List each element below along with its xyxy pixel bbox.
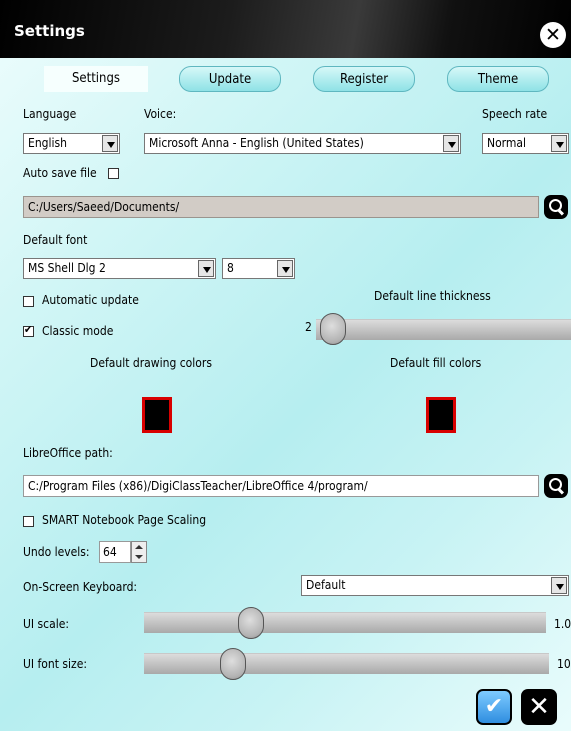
classic-mode-label: Classic mode: [42, 324, 114, 338]
automatic-update-label: Automatic update: [42, 293, 139, 307]
checkmark-icon: ✔: [484, 694, 504, 719]
chevron-down-icon[interactable]: [102, 135, 118, 152]
ui-font-size-label: UI font size:: [23, 657, 87, 671]
ui-scale-thumb[interactable]: [238, 607, 264, 639]
line-thickness-value: 2: [305, 320, 312, 334]
undo-levels-spinner[interactable]: [131, 541, 147, 563]
drawing-colors-label: Default drawing colors: [90, 356, 212, 370]
line-thickness-slider[interactable]: [316, 319, 571, 340]
title-bar: [0, 0, 571, 58]
cancel-button[interactable]: ✕: [521, 689, 557, 725]
chevron-down-icon[interactable]: [277, 260, 293, 277]
undo-levels-input[interactable]: 64: [99, 541, 131, 563]
ui-scale-value: 1.0: [554, 617, 571, 631]
line-thickness-thumb[interactable]: [320, 313, 346, 345]
chevron-down-icon[interactable]: [551, 135, 567, 152]
osk-value: Default: [306, 578, 346, 592]
libreoffice-path: C:/Program Files (x86)/DigiClassTeacher/…: [28, 479, 368, 493]
undo-levels-value: 64: [103, 545, 117, 559]
font-family-select[interactable]: MS Shell Dlg 2: [23, 258, 216, 279]
smart-scaling-checkbox[interactable]: [23, 516, 34, 527]
tab-theme[interactable]: Theme: [447, 66, 549, 92]
ui-scale-label: UI scale:: [23, 617, 69, 631]
close-icon[interactable]: ✕: [540, 22, 566, 48]
voice-label: Voice:: [144, 107, 177, 121]
settings-window: Settings ✕ Settings Update Register Them…: [0, 0, 571, 731]
speech-rate-value: Normal: [487, 136, 527, 150]
classic-mode-checkbox[interactable]: [23, 323, 34, 337]
font-family-value: MS Shell Dlg 2: [28, 261, 106, 275]
ui-scale-slider[interactable]: [144, 612, 546, 633]
search-icon[interactable]: [544, 195, 568, 219]
ui-font-size-thumb[interactable]: [219, 648, 246, 680]
voice-select[interactable]: Microsoft Anna - English (United States): [144, 133, 461, 154]
tab-settings[interactable]: Settings: [44, 66, 148, 92]
autosave-path: C:/Users/Saeed/Documents/: [28, 200, 180, 214]
fill-color-swatch[interactable]: [426, 397, 456, 433]
undo-levels-label: Undo levels:: [23, 545, 90, 559]
language-value: English: [28, 136, 67, 150]
language-label: Language: [23, 107, 77, 121]
drawing-color-swatch[interactable]: [142, 397, 172, 433]
libreoffice-path-field[interactable]: C:/Program Files (x86)/DigiClassTeacher/…: [23, 475, 539, 497]
window-title: Settings: [14, 22, 85, 40]
speech-rate-select[interactable]: Normal: [482, 133, 569, 154]
x-icon: ✕: [528, 692, 550, 722]
fill-colors-label: Default fill colors: [390, 356, 482, 370]
smart-scaling-label: SMART Notebook Page Scaling: [42, 513, 207, 527]
tab-register[interactable]: Register: [313, 66, 415, 92]
ok-button[interactable]: ✔: [476, 689, 512, 725]
voice-value: Microsoft Anna - English (United States): [149, 136, 364, 150]
font-size-select[interactable]: 8: [222, 258, 295, 279]
chevron-down-icon[interactable]: [443, 135, 459, 152]
osk-select[interactable]: Default: [301, 575, 569, 596]
search-icon[interactable]: [544, 474, 568, 498]
ui-font-size-value: 10: [557, 657, 571, 671]
automatic-update-checkbox[interactable]: [23, 296, 34, 307]
tab-update[interactable]: Update: [179, 66, 281, 92]
language-select[interactable]: English: [23, 133, 120, 154]
autosave-path-field[interactable]: C:/Users/Saeed/Documents/: [23, 196, 539, 218]
default-font-label: Default font: [23, 233, 88, 247]
ui-font-size-slider[interactable]: [144, 653, 549, 674]
autosave-label: Auto save file: [23, 166, 97, 180]
font-size-value: 8: [227, 261, 234, 275]
chevron-down-icon[interactable]: [198, 260, 214, 277]
speech-rate-label: Speech rate: [482, 107, 548, 121]
libreoffice-label: LibreOffice path:: [23, 446, 113, 460]
autosave-checkbox[interactable]: [108, 168, 119, 179]
osk-label: On-Screen Keyboard:: [23, 580, 138, 594]
line-thickness-label: Default line thickness: [374, 289, 491, 303]
chevron-down-icon[interactable]: [551, 577, 567, 594]
